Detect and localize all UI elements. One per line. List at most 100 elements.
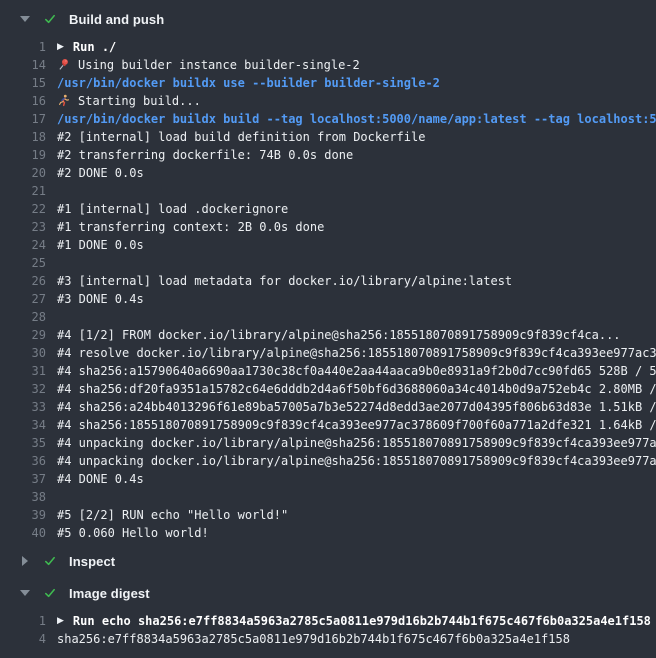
- line-number[interactable]: 20: [0, 166, 46, 180]
- line-content: #4 DONE 0.4s: [57, 472, 144, 486]
- line-content: #1 transferring context: 2B 0.0s done: [57, 220, 324, 234]
- log-lines: 1 ▶ Run echo sha256:e7ff8834a5963a2785c5a0…: [0, 612, 656, 648]
- line-number[interactable]: 1: [0, 614, 46, 628]
- log-section-inspect: Inspect: [0, 548, 656, 574]
- line-text: #4 unpacking docker.io/library/alpine@sh…: [57, 454, 656, 468]
- line-number[interactable]: 23: [0, 220, 46, 234]
- line-content: ▶ Run ./: [57, 40, 116, 54]
- line-number[interactable]: 21: [0, 184, 46, 198]
- line-content: #2 [internal] load build definition from…: [57, 130, 425, 144]
- line-number[interactable]: 17: [0, 112, 46, 126]
- line-content: #4 sha256:a24bb4013296f61e89ba57005a7b3e…: [57, 400, 656, 414]
- log-line: 20 #2 DONE 0.0s: [0, 164, 656, 182]
- expand-group-play-icon[interactable]: ▶: [57, 616, 64, 626]
- line-number[interactable]: 30: [0, 346, 46, 360]
- line-content: #5 0.060 Hello world!: [57, 526, 209, 540]
- log-lines: 1 ▶ Run ./ 14 Using builder instance builder…: [0, 38, 656, 542]
- chevron-right-icon[interactable]: [22, 556, 28, 566]
- line-text: Run ./: [73, 40, 116, 54]
- line-number[interactable]: 24: [0, 238, 46, 252]
- line-number[interactable]: 18: [0, 130, 46, 144]
- line-content: #4 [1/2] FROM docker.io/library/alpine@s…: [57, 328, 621, 342]
- log-line: 16 Starting build...: [0, 92, 656, 110]
- log-line: 22 #1 [internal] load .dockerignore: [0, 200, 656, 218]
- log-section-build-and-push: Build and push 1 ▶ Run ./ 14 Using builder in…: [0, 6, 656, 542]
- log-line: 21: [0, 182, 656, 200]
- line-number[interactable]: 33: [0, 400, 46, 414]
- line-number[interactable]: 19: [0, 148, 46, 162]
- log-line: 38: [0, 488, 656, 506]
- line-text: #4 sha256:185518070891758909c9f839cf4ca3…: [57, 418, 656, 432]
- line-text: #2 transferring dockerfile: 74B 0.0s don…: [57, 148, 353, 162]
- log-section-image-digest: Image digest 1 ▶ Run echo sha256:e7ff8834a5…: [0, 580, 656, 648]
- log-line: 14 Using builder instance builder-single-…: [0, 56, 656, 74]
- line-content: #4 sha256:185518070891758909c9f839cf4ca3…: [57, 418, 656, 432]
- line-content: #2 DONE 0.0s: [57, 166, 144, 180]
- line-content: ▶ Run echo sha256:e7ff8834a5963a2785c5a08…: [57, 614, 651, 628]
- log-line: 15/usr/bin/docker buildx use --builder b…: [0, 74, 656, 92]
- log-line: 18 #2 [internal] load build definition fr…: [0, 128, 656, 146]
- line-text: #4 sha256:a15790640a6690aa1730c38cf0a440…: [57, 364, 656, 378]
- line-number[interactable]: 38: [0, 490, 46, 504]
- line-content: #4 sha256:a15790640a6690aa1730c38cf0a440…: [57, 364, 656, 378]
- line-content: Using builder instance builder-single-2: [57, 58, 360, 72]
- line-number[interactable]: 15: [0, 76, 46, 90]
- line-content: #5 [2/2] RUN echo "Hello world!": [57, 508, 288, 522]
- line-text: #4 [1/2] FROM docker.io/library/alpine@s…: [57, 328, 621, 342]
- section-header-inspect[interactable]: Inspect: [0, 548, 656, 574]
- line-text: #5 [2/2] RUN echo "Hello world!": [57, 508, 288, 522]
- line-number[interactable]: 1: [0, 40, 46, 54]
- line-text: #2 [internal] load build definition from…: [57, 130, 425, 144]
- line-number[interactable]: 35: [0, 436, 46, 450]
- expand-group-play-icon[interactable]: ▶: [57, 42, 64, 52]
- log-line: 27 #3 DONE 0.4s: [0, 290, 656, 308]
- section-title: Image digest: [69, 586, 150, 601]
- line-number[interactable]: 25: [0, 256, 46, 270]
- line-content: #4 sha256:df20fa9351a15782c64e6dddb2d4a6…: [57, 382, 656, 396]
- line-text: #4 DONE 0.4s: [57, 472, 144, 486]
- chevron-down-icon[interactable]: [20, 590, 30, 596]
- log-line: 26#3 [internal] load metadata for docker…: [0, 272, 656, 290]
- line-number[interactable]: 34: [0, 418, 46, 432]
- line-number[interactable]: 29: [0, 328, 46, 342]
- line-number[interactable]: 36: [0, 454, 46, 468]
- line-content: #4 unpacking docker.io/library/alpine@sh…: [57, 454, 656, 468]
- line-text: Starting build...: [78, 94, 201, 108]
- line-text: Run echo sha256:e7ff8834a5963a2785c5a081…: [73, 614, 651, 628]
- check-icon: [43, 12, 57, 26]
- log-line: 23 #1 transferring context: 2B 0.0s done: [0, 218, 656, 236]
- section-title: Build and push: [69, 12, 164, 27]
- log-line: 40 #5 0.060 Hello world!: [0, 524, 656, 542]
- check-icon: [43, 586, 57, 600]
- line-number[interactable]: 4: [0, 632, 46, 646]
- log-line: 35#4 unpacking docker.io/library/alpine@…: [0, 434, 656, 452]
- log-line: 4 sha256:e7ff8834a5963a2785c5a0811e979d16…: [0, 630, 656, 648]
- section-header-image-digest[interactable]: Image digest: [0, 580, 656, 606]
- line-number[interactable]: 16: [0, 94, 46, 108]
- line-content: #4 resolve docker.io/library/alpine@sha2…: [57, 346, 656, 360]
- line-number[interactable]: 27: [0, 292, 46, 306]
- log-line: 24#1 DONE 0.0s: [0, 236, 656, 254]
- log-line: 32 #4 sha256:df20fa9351a15782c64e6dddb2d4…: [0, 380, 656, 398]
- line-number[interactable]: 32: [0, 382, 46, 396]
- chevron-down-icon[interactable]: [20, 16, 30, 22]
- line-number[interactable]: 31: [0, 364, 46, 378]
- runner-icon: [57, 94, 71, 108]
- line-number[interactable]: 40: [0, 526, 46, 540]
- log-line: 34 #4 sha256:185518070891758909c9f839cf4c…: [0, 416, 656, 434]
- line-content: #3 DONE 0.4s: [57, 292, 144, 306]
- line-number[interactable]: 26: [0, 274, 46, 288]
- section-header-build-and-push[interactable]: Build and push: [0, 6, 656, 32]
- log-line: 1 ▶ Run echo sha256:e7ff8834a5963a2785c5a0…: [0, 612, 656, 630]
- workflow-log: Build and push1▶Run ./14Using builder in…: [0, 0, 656, 648]
- line-number[interactable]: 39: [0, 508, 46, 522]
- line-number[interactable]: 22: [0, 202, 46, 216]
- line-content: sha256:e7ff8834a5963a2785c5a0811e979d16b…: [57, 632, 570, 646]
- line-text: Using builder instance builder-single-2: [78, 58, 360, 72]
- line-number[interactable]: 37: [0, 472, 46, 486]
- log-line: 33 #4 sha256:a24bb4013296f61e89ba57005a7b…: [0, 398, 656, 416]
- line-number[interactable]: 28: [0, 310, 46, 324]
- line-text: #4 sha256:df20fa9351a15782c64e6dddb2d4a6…: [57, 382, 656, 396]
- line-number[interactable]: 14: [0, 58, 46, 72]
- line-content: #1 [internal] load .dockerignore: [57, 202, 288, 216]
